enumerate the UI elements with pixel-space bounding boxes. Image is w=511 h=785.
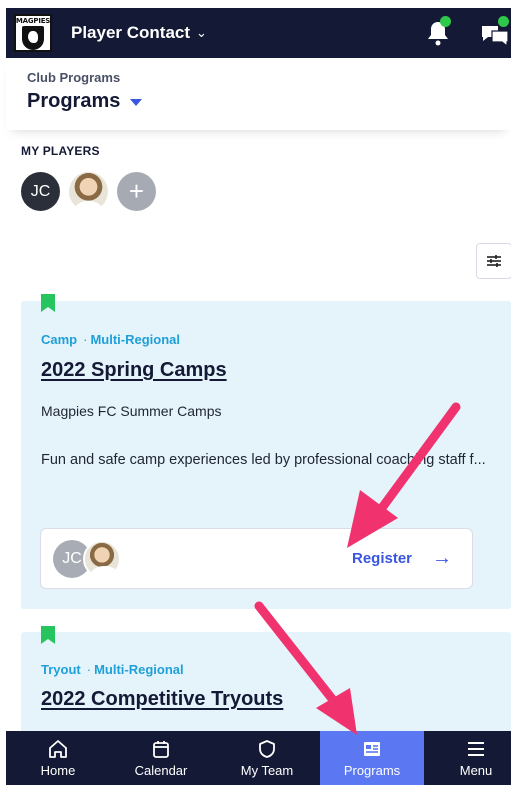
nav-menu[interactable]: Menu: [446, 731, 506, 785]
player-list: JC +: [21, 172, 156, 211]
program-subtitle: Magpies FC Summer Camps: [41, 403, 222, 419]
magpie-crest-icon: [22, 26, 44, 50]
nav-calendar-label: Calendar: [134, 762, 188, 778]
notifications-button[interactable]: [426, 16, 451, 46]
eligible-players: JC: [53, 540, 125, 578]
bookmark-icon[interactable]: [41, 294, 55, 312]
home-icon: [48, 739, 68, 759]
program-region: Multi-Regional: [90, 332, 181, 347]
breadcrumb[interactable]: Club Programs: [27, 70, 120, 85]
program-description: Fun and safe camp experiences led by pro…: [41, 452, 486, 468]
add-player-button[interactable]: +: [117, 172, 156, 211]
program-type: Tryout: [41, 662, 81, 677]
filter-button[interactable]: [476, 243, 511, 279]
program-type: Camp: [41, 332, 78, 347]
nav-my-team-label: My Team: [240, 762, 294, 778]
shield-icon: [257, 739, 277, 759]
page-title-dropdown[interactable]: Programs: [27, 90, 143, 113]
program-card: Tryout · Multi-Regional 2022 Competitive T…: [21, 626, 511, 742]
bottom-navigation: Home Calendar My Team Programs Menu: [6, 731, 511, 785]
register-row[interactable]: JC Register →: [40, 528, 473, 589]
role-switcher-label: Player Contact: [71, 23, 191, 42]
message-dot: [498, 16, 509, 27]
logo-text: MAGPIES: [15, 17, 51, 25]
register-button[interactable]: Register →: [352, 548, 452, 568]
chevron-down-icon: ⌄: [196, 25, 207, 40]
club-logo[interactable]: MAGPIES: [14, 14, 52, 52]
nav-home-label: Home: [40, 762, 76, 778]
tag-separator: ·: [83, 332, 88, 347]
register-label: Register: [352, 549, 413, 567]
program-tags: Camp · Multi-Regional: [41, 332, 180, 347]
nav-menu-label: Menu: [459, 762, 493, 778]
filter-sliders-icon: [487, 255, 501, 267]
program-card: Camp · Multi-Regional 2022 Spring Camps Ma…: [21, 294, 511, 609]
menu-icon: [466, 739, 486, 759]
page-title: Programs: [27, 90, 121, 112]
nav-programs-label: Programs: [343, 762, 401, 778]
notification-dot: [440, 16, 451, 27]
top-app-bar: MAGPIES Player Contact ⌄: [6, 8, 511, 58]
my-players-label: MY PLAYERS: [21, 144, 100, 158]
nav-my-team[interactable]: My Team: [232, 731, 302, 785]
arrow-right-icon: →: [432, 547, 453, 569]
bookmark-icon[interactable]: [41, 626, 55, 644]
caret-down-icon: [130, 99, 143, 106]
mini-avatar-photo: [83, 540, 121, 578]
player-avatar-jc[interactable]: JC: [21, 172, 60, 211]
role-switcher[interactable]: Player Contact ⌄: [71, 23, 207, 43]
tag-separator: ·: [86, 662, 92, 677]
programs-icon: [362, 739, 382, 759]
program-title-link[interactable]: 2022 Spring Camps: [41, 359, 227, 382]
nav-programs[interactable]: Programs: [320, 731, 424, 785]
program-tags: Tryout · Multi-Regional: [41, 662, 184, 677]
page-header: Club Programs Programs: [6, 58, 511, 130]
nav-home[interactable]: Home: [28, 731, 88, 785]
calendar-icon: [151, 739, 171, 759]
player-avatar-photo[interactable]: [69, 172, 108, 211]
nav-calendar[interactable]: Calendar: [126, 731, 196, 785]
program-title-link[interactable]: 2022 Competitive Tryouts: [41, 688, 283, 711]
messages-button[interactable]: [480, 16, 510, 48]
program-region: Multi-Regional: [94, 662, 184, 677]
